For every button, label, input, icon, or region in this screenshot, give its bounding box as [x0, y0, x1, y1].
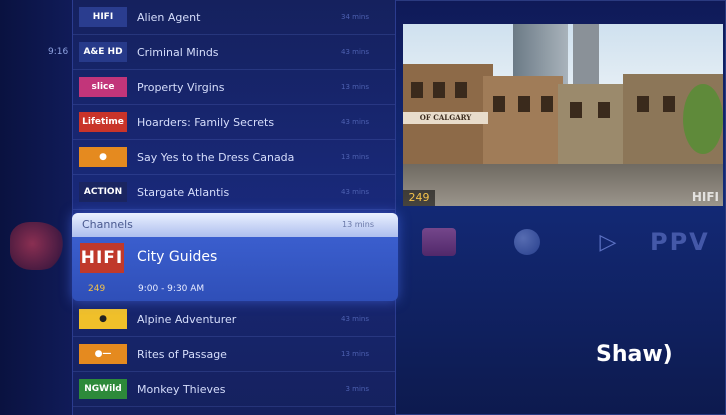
live-preview[interactable]: OF CALGARY 249 HIFI [403, 24, 723, 206]
decorative-blob-icon [10, 222, 66, 270]
list-item[interactable]: ● Say Yes to the Dress Canada 13 mins [73, 140, 395, 175]
program-duration: 3 mins [345, 385, 369, 393]
list-item[interactable]: ● Alpine Adventurer 43 mins [73, 302, 395, 337]
channel-number: 249 [88, 284, 106, 294]
program-title: Monkey Thieves [137, 382, 226, 396]
program-duration: 13 mins [341, 83, 369, 91]
program-title: Stargate Atlantis [137, 185, 230, 199]
selected-program-card[interactable]: Channels 13 mins HIFI City Guides 249 9:… [72, 213, 398, 301]
channel-logo: ● [79, 147, 127, 167]
channel-watermark: HIFI [691, 190, 719, 204]
program-title: City Guides [137, 249, 218, 265]
channel-logo: slice [79, 77, 127, 97]
program-title: Alpine Adventurer [137, 312, 237, 326]
program-title: Alien Agent [137, 10, 201, 24]
channel-logo: ●— [79, 344, 127, 364]
channel-logo: HIFI [79, 7, 127, 27]
section-label: Channels [82, 218, 133, 231]
program-duration: 34 mins [341, 13, 369, 21]
list-item[interactable]: slice Property Virgins 13 mins [73, 70, 395, 105]
program-title: Rites of Passage [137, 347, 227, 361]
list-item[interactable]: HIFI Alien Agent 34 mins [73, 0, 395, 35]
program-duration: 13 mins [342, 220, 374, 229]
section-header: Channels 13 mins [72, 213, 398, 237]
channel-logo: NGWild [79, 379, 127, 399]
program-duration: 43 mins [341, 118, 369, 126]
list-item[interactable]: ACTION Stargate Atlantis 43 mins [73, 175, 395, 210]
list-item[interactable]: A&E HD Criminal Minds 43 mins [73, 35, 395, 70]
program-time-range: 9:00 - 9:30 AM [138, 284, 205, 294]
list-item[interactable]: NGWild Monkey Thieves 3 mins [73, 372, 395, 407]
list-item[interactable]: ●— Rites of Passage 13 mins [73, 337, 395, 372]
channel-logo: ● [79, 309, 127, 329]
menu-icon-row: ▷ PPV [404, 222, 726, 266]
play-icon[interactable]: ▷ [594, 222, 622, 262]
program-list[interactable]: HIFI Alien Agent 34 mins A&E HD Criminal… [72, 0, 396, 415]
program-duration: 13 mins [341, 153, 369, 161]
program-duration: 43 mins [341, 188, 369, 196]
program-duration: 13 mins [341, 350, 369, 358]
program-title: Hoarders: Family Secrets [137, 115, 275, 129]
program-title: Say Yes to the Dress Canada [137, 150, 295, 164]
channel-logo: Lifetime [79, 112, 127, 132]
globe-icon[interactable] [509, 222, 545, 262]
program-duration: 43 mins [341, 48, 369, 56]
brand-logo: Shaw) [596, 342, 673, 367]
left-rail: 9:16 [0, 0, 72, 415]
channel-logo: ACTION [79, 182, 127, 202]
program-title: Property Virgins [137, 80, 225, 94]
channel-logo: A&E HD [79, 42, 127, 62]
list-item[interactable]: Lifetime Hoarders: Family Secrets 43 min… [73, 105, 395, 140]
program-title: Criminal Minds [137, 45, 219, 59]
ppv-icon[interactable]: PPV [650, 228, 710, 256]
channel-badge: 249 [403, 190, 435, 206]
clock-time: 9:16 [48, 47, 69, 57]
program-duration: 43 mins [341, 315, 369, 323]
channel-logo: HIFI [80, 243, 124, 273]
media-icon[interactable] [419, 222, 459, 262]
storefront-sign: OF CALGARY [403, 112, 488, 124]
